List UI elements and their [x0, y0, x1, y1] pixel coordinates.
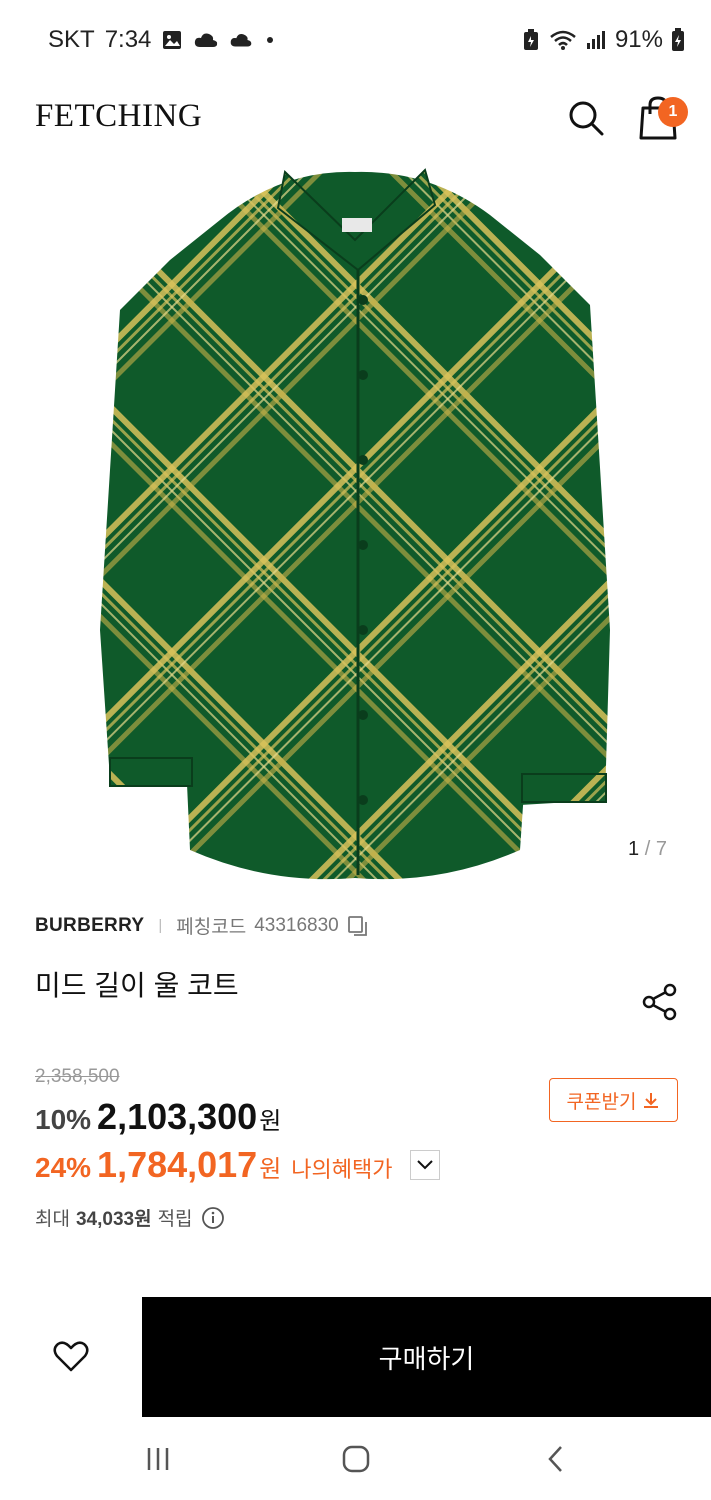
status-right: 91%	[521, 26, 685, 54]
cloud-icon	[231, 34, 252, 47]
fetching-code-label: 페칭코드	[176, 917, 247, 938]
coupon-download-button[interactable]: 쿠폰받기	[549, 1078, 678, 1122]
share-button[interactable]	[640, 982, 680, 1022]
wishlist-button[interactable]	[40, 1333, 102, 1381]
image-counter-divider: /	[644, 838, 651, 860]
info-icon[interactable]	[201, 1206, 225, 1230]
heart-icon	[53, 1341, 89, 1372]
signal-icon	[586, 31, 605, 49]
battery-saver-icon	[523, 29, 538, 50]
points-value: 34,033원	[75, 1209, 152, 1230]
product-meta: BURBERRY | 페칭코드 43316830	[35, 912, 369, 939]
product-photo-shirt	[100, 168, 610, 880]
search-icon	[569, 101, 604, 136]
system-nav-bar	[0, 1417, 711, 1500]
benefit-price: 1,784,017	[97, 1144, 258, 1185]
product-image[interactable]	[80, 160, 640, 890]
status-bar: SKT 7:34 91%	[0, 0, 711, 84]
coupon-button-label: 쿠폰받기	[566, 1091, 637, 1113]
fetching-logo[interactable]: FETCHING	[35, 98, 202, 135]
original-price: 2,358,500	[35, 1066, 120, 1087]
sale-price-currency: 원	[259, 1108, 282, 1135]
sale-price: 2,103,300	[97, 1096, 258, 1137]
back-button[interactable]	[536, 1439, 576, 1479]
battery-level: 91%	[614, 26, 663, 53]
my-benefit-label: 나의혜택가	[291, 1157, 393, 1182]
bottom-action-bar: 구매하기	[0, 1297, 711, 1417]
wifi-icon	[550, 30, 576, 50]
benefit-price-row: 24% 1,784,017 원 나의혜택가	[35, 1144, 393, 1186]
points-prefix: 최대	[35, 1209, 70, 1230]
home-icon	[342, 1445, 370, 1473]
search-button[interactable]	[566, 98, 606, 138]
chevron-down-icon	[417, 1160, 433, 1170]
download-icon	[644, 1093, 659, 1108]
cart-count-badge: 1	[658, 97, 688, 127]
benefit-detail-toggle[interactable]	[410, 1150, 440, 1180]
share-icon	[642, 983, 677, 1021]
image-counter-total: 7	[655, 838, 667, 860]
app-header: FETCHING	[0, 84, 711, 154]
cloud-icon	[195, 33, 218, 47]
image-counter: 1 / 7	[628, 838, 667, 861]
gallery-icon	[163, 31, 182, 49]
dot-icon	[267, 37, 274, 43]
image-counter-current: 1	[628, 838, 640, 860]
carrier: SKT	[48, 26, 95, 53]
status-left: SKT 7:34	[48, 26, 277, 54]
points-suffix: 적립	[157, 1209, 193, 1230]
brand-name[interactable]: BURBERRY	[35, 915, 144, 937]
clock: 7:34	[104, 26, 152, 53]
points-row: 최대 34,033원 적립	[35, 1204, 225, 1231]
buy-now-button[interactable]: 구매하기	[142, 1297, 711, 1417]
battery-icon	[672, 28, 684, 51]
home-button[interactable]	[336, 1439, 376, 1479]
benefit-price-currency: 원	[259, 1156, 282, 1183]
fetching-code-value: 43316830	[254, 914, 339, 936]
back-icon	[548, 1446, 562, 1472]
divider: |	[158, 917, 163, 934]
benefit-discount-rate: 24%	[35, 1152, 92, 1183]
discount-rate: 10%	[35, 1104, 92, 1135]
recent-apps-button[interactable]	[138, 1439, 178, 1479]
copy-icon[interactable]	[347, 915, 369, 937]
sale-price-row: 10% 2,103,300 원	[35, 1096, 281, 1138]
recent-apps-icon	[147, 1448, 169, 1470]
product-title: 미드 길이 울 코트	[35, 970, 239, 1001]
